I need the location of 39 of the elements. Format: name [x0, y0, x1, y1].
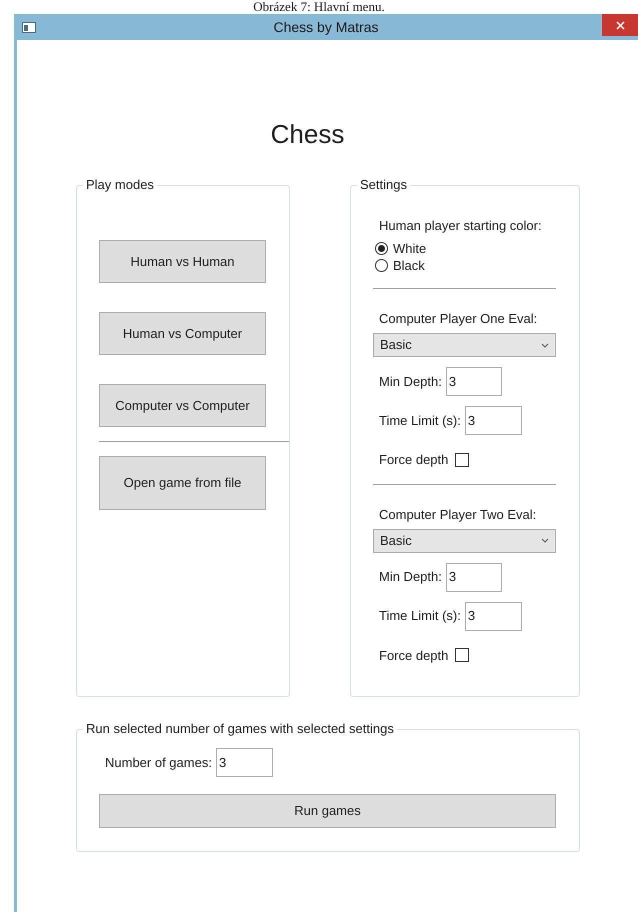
input-field[interactable]: 3 [464, 602, 522, 630]
group-title: Play modes [83, 177, 157, 193]
radio-label: White [393, 240, 426, 258]
input-field[interactable]: 3 [446, 367, 502, 396]
close-button[interactable] [602, 14, 638, 36]
checkbox[interactable] [455, 648, 470, 662]
group-title: Settings [357, 177, 410, 193]
input-field[interactable]: 3 [446, 562, 502, 592]
dropdown[interactable]: Basic [373, 528, 556, 552]
radio-button[interactable] [375, 242, 388, 255]
chevron-icon [541, 538, 549, 543]
window-title: Chess by Matras [273, 18, 379, 37]
checkbox[interactable] [455, 452, 470, 467]
field-label: Time Limit (s): [379, 607, 461, 626]
field-label: Time Limit (s): [379, 412, 461, 430]
input-field[interactable]: 3 [216, 748, 273, 777]
group-title: Run selected number of games with selected settings [83, 721, 397, 737]
field-label: Human player starting color: [379, 218, 543, 234]
field-label: Computer Player Two Eval: [379, 506, 538, 522]
radio-button[interactable] [375, 259, 388, 272]
figure-caption: Obrázek 7: Hlavní menu. [253, 0, 385, 14]
chevron-icon [541, 342, 549, 348]
mode-button[interactable]: Human vs Computer [99, 312, 266, 355]
page-heading: Chess [270, 118, 344, 150]
mode-button[interactable]: Computer vs Computer [99, 384, 266, 427]
checkbox-label: Force depth [379, 451, 448, 469]
field-label: Computer Player One Eval: [379, 311, 538, 327]
field-label: Number of games: [105, 754, 212, 772]
field-label: Min Depth: [379, 568, 442, 586]
mode-button[interactable]: Human vs Human [99, 240, 266, 283]
window-icon [22, 22, 36, 33]
close-icon [616, 20, 624, 30]
mode-button[interactable]: Open game from file [99, 456, 266, 510]
radio-label: Black [393, 256, 425, 275]
run-button[interactable]: Run games [99, 794, 556, 828]
checkbox-label: Force depth [379, 646, 448, 665]
field-label: Min Depth: [379, 372, 442, 391]
input-field[interactable]: 3 [464, 406, 522, 435]
dropdown[interactable]: Basic [373, 333, 556, 357]
